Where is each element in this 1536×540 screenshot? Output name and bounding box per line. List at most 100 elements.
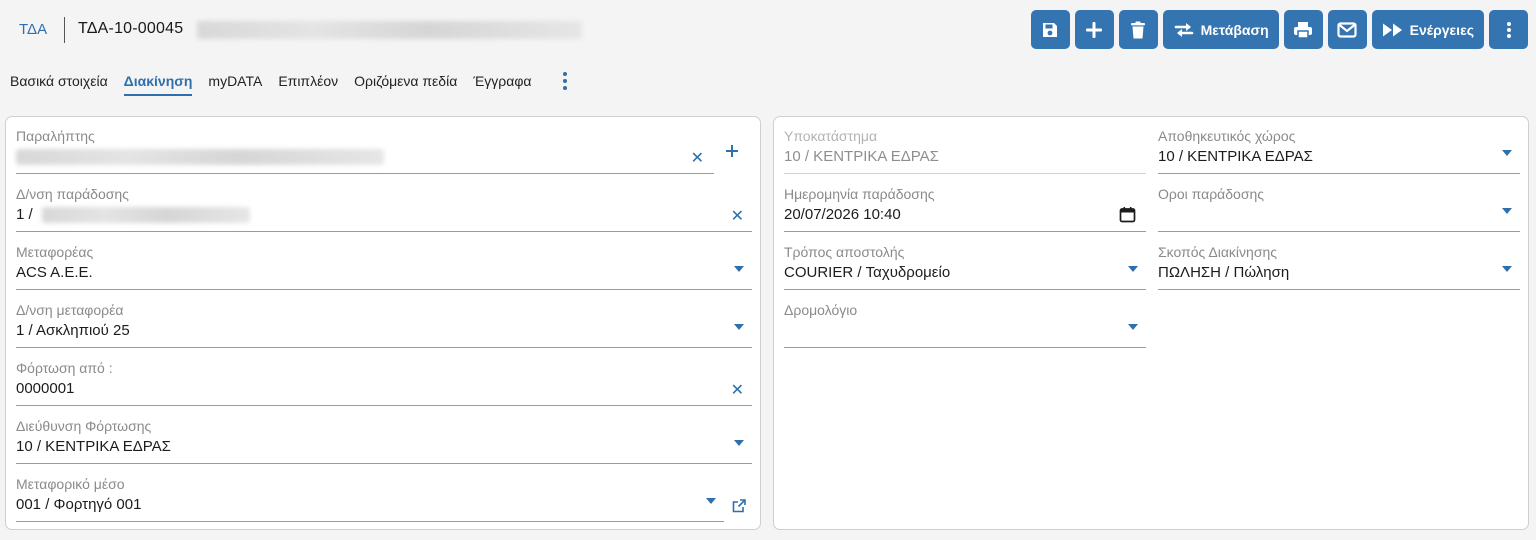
- right-panel: Υποκατάστημα 10 / ΚΕΝΤΡΙΚΑ ΕΔΡΑΣ Αποθηκε…: [773, 116, 1529, 530]
- shipping-method-underline: [784, 289, 1146, 290]
- dropdown-caret-icon[interactable]: [734, 440, 744, 464]
- clear-icon[interactable]: ✕: [691, 151, 704, 167]
- warehouse-underline: [1158, 173, 1520, 174]
- dropdown-caret-icon[interactable]: [734, 324, 744, 348]
- transition-button[interactable]: Μετάβαση: [1162, 10, 1279, 49]
- carrier-label: Μεταφορέας: [16, 244, 94, 260]
- dropdown-caret-icon[interactable]: [706, 498, 716, 522]
- loading-address-underline: [16, 463, 752, 464]
- carrier-address-value: 1 / Ασκληπιού 25: [16, 322, 130, 339]
- add-recipient-icon[interactable]: [725, 144, 739, 158]
- clear-icon[interactable]: ✕: [731, 383, 744, 399]
- loading-address-value: 10 / ΚΕΝΤΡΙΚΑ ΕΔΡΑΣ: [16, 438, 171, 455]
- carrier-address-underline: [16, 347, 752, 348]
- delivery-date-field[interactable]: Ημερομηνία παράδοσης 20/07/2026 10:40: [784, 186, 1146, 240]
- delivery-date-label: Ημερομηνία παράδοσης: [784, 186, 935, 202]
- envelope-icon: [1337, 21, 1357, 38]
- redacted-delivery-address: [42, 207, 250, 223]
- branch-underline: [784, 173, 1146, 174]
- vehicle-value: 001 / Φορτηγό 001: [16, 496, 142, 513]
- dropdown-caret-icon[interactable]: [1128, 266, 1138, 290]
- more-options-button[interactable]: [1489, 10, 1528, 49]
- shipping-method-value: COURIER / Ταχυδρομείο: [784, 264, 951, 281]
- warehouse-value: 10 / ΚΕΝΤΡΙΚΑ ΕΔΡΑΣ: [1158, 148, 1313, 165]
- left-panel: Παραλήπτης ✕ Δ/νση παράδοσης 1 / ✕ Μεταφ…: [5, 116, 761, 530]
- loading-from-field[interactable]: Φόρτωση από : 0000001 ✕: [16, 360, 752, 414]
- plus-icon: [1086, 21, 1103, 38]
- route-field[interactable]: Δρομολόγιο: [784, 302, 1146, 356]
- loading-address-field[interactable]: Διεύθυνση Φόρτωσης 10 / ΚΕΝΤΡΙΚΑ ΕΔΡΑΣ: [16, 418, 752, 472]
- dropdown-caret-icon[interactable]: [734, 266, 744, 290]
- carrier-address-label: Δ/νση μεταφορέα: [16, 302, 124, 318]
- branch-label: Υποκατάστημα: [784, 128, 878, 144]
- delivery-date-value: 20/07/2026 10:40: [784, 206, 901, 223]
- header-divider: [64, 17, 65, 43]
- route-label: Δρομολόγιο: [784, 302, 858, 318]
- open-external-icon[interactable]: [732, 499, 746, 513]
- tab-bar: Βασικά στοιχεία Διακίνηση myDATA Επιπλέο…: [10, 72, 570, 96]
- movement-purpose-value: ΠΩΛΗΣΗ / Πώληση: [1158, 264, 1290, 281]
- transition-label: Μετάβαση: [1200, 21, 1269, 38]
- branch-field: Υποκατάστημα 10 / ΚΕΝΤΡΙΚΑ ΕΔΡΑΣ: [784, 128, 1146, 182]
- trash-icon: [1131, 21, 1146, 38]
- email-button[interactable]: [1327, 10, 1367, 49]
- redacted-recipient: [16, 149, 384, 165]
- header-bar: ΤΔΑ ΤΔΑ-10-00045 Μετάβαση Ενέργειες: [0, 0, 1536, 62]
- actions-button[interactable]: Ενέργειες: [1371, 10, 1484, 49]
- warehouse-field[interactable]: Αποθηκευτικός χώρος 10 / ΚΕΝΤΡΙΚΑ ΕΔΡΑΣ: [1158, 128, 1520, 182]
- printer-icon: [1294, 21, 1313, 39]
- tab-movement[interactable]: Διακίνηση: [123, 73, 193, 96]
- delivery-terms-field[interactable]: Οροι παράδοσης: [1158, 186, 1520, 240]
- clear-icon[interactable]: ✕: [731, 209, 744, 225]
- shipping-method-field[interactable]: Τρόπος αποστολής COURIER / Ταχυδρομείο: [784, 244, 1146, 298]
- print-button[interactable]: [1283, 10, 1323, 49]
- kebab-icon: [1506, 21, 1511, 38]
- movement-purpose-field[interactable]: Σκοπός Διακίνησης ΠΩΛΗΣΗ / Πώληση: [1158, 244, 1520, 298]
- movement-purpose-underline: [1158, 289, 1520, 290]
- dropdown-caret-icon[interactable]: [1128, 324, 1138, 348]
- carrier-address-field[interactable]: Δ/νση μεταφορέα 1 / Ασκληπιού 25: [16, 302, 752, 356]
- recipient-underline: [16, 173, 714, 174]
- warehouse-label: Αποθηκευτικός χώρος: [1158, 128, 1296, 144]
- redacted-document-title: [197, 21, 582, 39]
- vehicle-field[interactable]: Μεταφορικό μέσο 001 / Φορτηγό 001: [16, 476, 724, 530]
- vehicle-underline: [16, 521, 724, 522]
- carrier-underline: [16, 289, 752, 290]
- movement-purpose-label: Σκοπός Διακίνησης: [1158, 244, 1278, 260]
- tabs-more-icon[interactable]: [560, 72, 570, 90]
- document-code: ΤΔΑ-10-00045: [78, 20, 184, 37]
- save-icon: [1043, 22, 1058, 37]
- delivery-address-label: Δ/νση παράδοσης: [16, 186, 129, 202]
- loading-from-underline: [16, 405, 752, 406]
- tab-basic-info[interactable]: Βασικά στοιχεία: [10, 73, 108, 94]
- add-button[interactable]: [1074, 10, 1114, 49]
- delivery-address-value: 1 /: [16, 206, 33, 223]
- shipping-method-label: Τρόπος αποστολής: [784, 244, 905, 260]
- delivery-terms-underline: [1158, 231, 1520, 232]
- carrier-field[interactable]: Μεταφορέας ACS A.E.E.: [16, 244, 752, 298]
- dropdown-caret-icon[interactable]: [1502, 266, 1512, 290]
- module-link[interactable]: ΤΔΑ: [19, 21, 47, 38]
- loading-from-value: 0000001: [16, 380, 75, 397]
- tab-mydata[interactable]: myDATA: [208, 73, 262, 94]
- arrows-exchange-icon: [1174, 22, 1193, 37]
- delivery-date-underline: [784, 231, 1146, 232]
- loading-from-label: Φόρτωση από :: [16, 360, 113, 376]
- save-button[interactable]: [1030, 10, 1070, 49]
- actions-label: Ενέργειες: [1409, 21, 1474, 38]
- delivery-address-underline: [16, 231, 752, 232]
- recipient-label: Παραλήπτης: [16, 128, 95, 144]
- delivery-address-field[interactable]: Δ/νση παράδοσης 1 / ✕: [16, 186, 752, 240]
- calendar-icon[interactable]: [1119, 206, 1136, 223]
- delete-button[interactable]: [1118, 10, 1158, 49]
- delivery-terms-label: Οροι παράδοσης: [1158, 186, 1265, 202]
- dropdown-caret-icon[interactable]: [1502, 208, 1512, 232]
- route-underline: [784, 347, 1146, 348]
- tab-extra[interactable]: Επιπλέον: [278, 73, 338, 94]
- dropdown-caret-icon[interactable]: [1502, 150, 1512, 174]
- tab-custom-fields[interactable]: Οριζόμενα πεδία: [354, 73, 457, 94]
- toolbar: Μετάβαση Ενέργειες: [1030, 10, 1528, 49]
- branch-value: 10 / ΚΕΝΤΡΙΚΑ ΕΔΡΑΣ: [784, 148, 939, 165]
- recipient-field[interactable]: Παραλήπτης ✕: [16, 128, 714, 182]
- tab-documents[interactable]: Έγγραφα: [473, 73, 531, 94]
